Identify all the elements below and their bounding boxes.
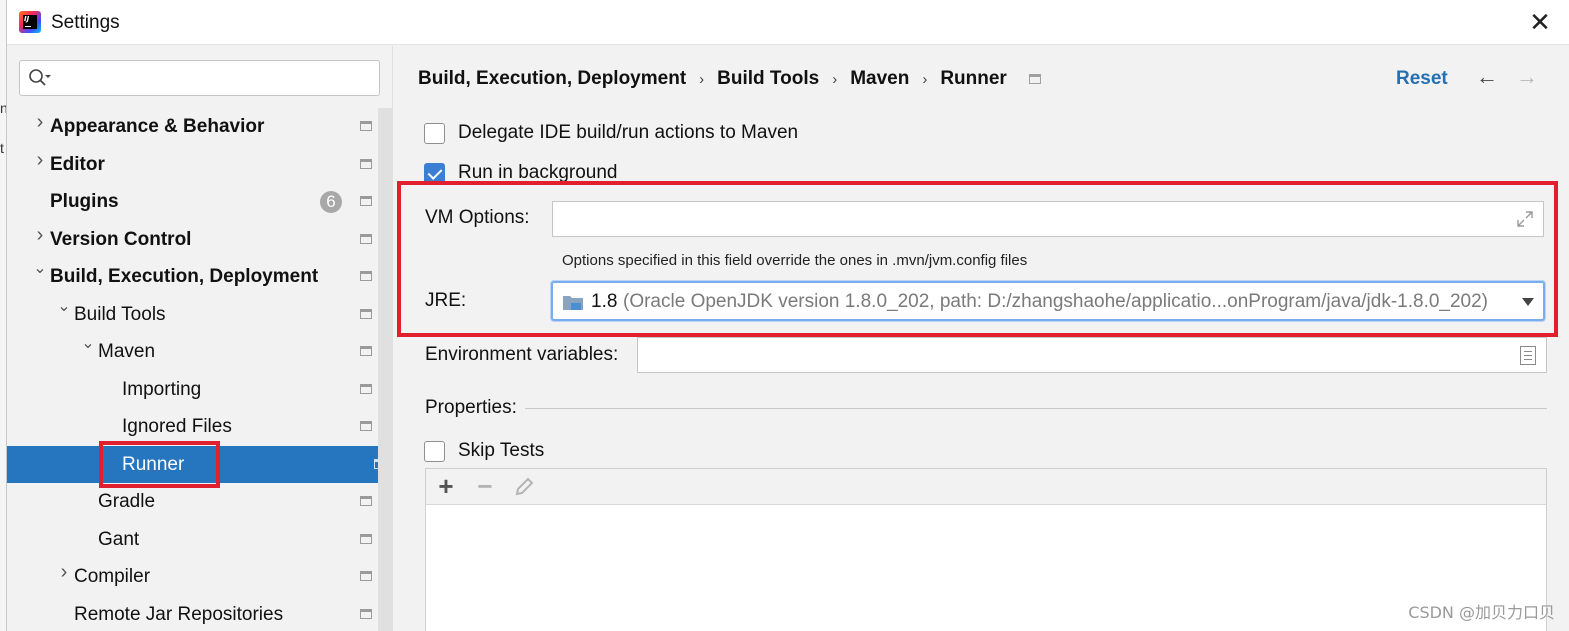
sidebar-item-label: Appearance & Behavior [50, 116, 265, 137]
close-button[interactable]: ✕ [1525, 8, 1555, 38]
watermark: CSDN @加贝力口贝 [1408, 603, 1555, 622]
vm-options-label: VM Options: [425, 207, 530, 228]
properties-label: Properties: [425, 397, 517, 418]
settings-search[interactable] [19, 60, 380, 96]
env-variables-field[interactable] [637, 337, 1547, 373]
skip-tests-checkbox[interactable] [424, 441, 445, 462]
edit-variables-icon[interactable] [1520, 346, 1536, 365]
sidebar-item-label: Gradle [98, 491, 156, 512]
project-settings-icon [360, 233, 372, 244]
reset-link[interactable]: Reset [1396, 68, 1448, 90]
sidebar-item-label: Version Control [50, 228, 192, 250]
chevron-right-icon: › [699, 71, 705, 88]
sidebar-scrollbar[interactable] [378, 108, 392, 631]
chevron-right-icon[interactable]: › [33, 112, 47, 132]
forward-arrow-icon[interactable]: → [1516, 64, 1538, 90]
breadcrumb-item: Build Tools [717, 68, 820, 89]
sidebar-item[interactable]: ⌄ Build Tools [7, 296, 378, 333]
search-input[interactable] [56, 65, 366, 91]
sidebar-item[interactable]: Importing [7, 371, 378, 408]
chevron-right-icon: › [832, 71, 838, 88]
project-settings-icon [360, 571, 372, 581]
sidebar-item[interactable]: Runner [7, 445, 392, 483]
sidebar-item[interactable]: › Compiler [7, 558, 378, 595]
sidebar-item-label: Runner [122, 453, 185, 475]
expand-icon[interactable] [1516, 210, 1534, 228]
sidebar-item[interactable]: Plugins 6 [7, 183, 378, 220]
vm-options-field[interactable] [552, 201, 1544, 237]
sidebar-item[interactable]: Gant [7, 521, 378, 558]
delegate-label: Delegate IDE build/run actions to Maven [458, 122, 799, 143]
skip-tests-label: Skip Tests [458, 440, 545, 461]
sidebar-item-label: Plugins [50, 191, 119, 212]
chevron-right-icon[interactable]: › [33, 225, 47, 245]
project-settings-icon [360, 608, 372, 619]
sidebar-item[interactable]: Gradle [7, 483, 378, 520]
run-in-background-label: Run in background [458, 162, 618, 183]
sidebar-item-label: Importing [122, 378, 202, 400]
updates-badge: 6 [320, 191, 342, 213]
sidebar-item-label: Build, Execution, Deployment [50, 266, 319, 287]
project-settings-icon [360, 496, 372, 506]
env-variables-label: Environment variables: [425, 344, 619, 365]
sidebar-item[interactable]: Ignored Files [7, 408, 378, 445]
properties-toolbar: + − [426, 469, 1546, 505]
settings-sidebar: › Appearance & Behavior › Editor Plugins 6 › Ve… [7, 46, 393, 631]
dropdown-arrow-icon [1522, 298, 1534, 306]
sidebar-item-label: Compiler [74, 566, 151, 587]
project-settings-icon [360, 421, 372, 431]
sidebar-item[interactable]: › Appearance & Behavior [7, 108, 378, 145]
chevron-right-icon[interactable]: › [57, 562, 71, 582]
sidebar-item[interactable]: ⌄ Build, Execution, Deployment [7, 258, 378, 295]
project-settings-icon [1028, 73, 1041, 84]
window-title: Settings [51, 12, 120, 33]
project-settings-icon [360, 121, 372, 131]
breadcrumb-item: Build, Execution, Deployment [418, 68, 687, 89]
sidebar-item-label: Remote Jar Repositories [74, 603, 284, 625]
project-settings-icon [360, 271, 372, 281]
delegate-checkbox[interactable] [424, 123, 445, 144]
chevron-right-icon: › [922, 71, 928, 88]
project-settings-icon [360, 346, 372, 356]
settings-content: Build, Execution, Deployment › Build Tools… [394, 46, 1569, 631]
breadcrumb: Build, Execution, Deployment › Build Tools… [418, 68, 1041, 92]
add-icon[interactable]: + [432, 473, 460, 501]
properties-divider [525, 408, 1547, 409]
run-in-background-checkbox[interactable] [424, 163, 445, 184]
sidebar-item-label: Editor [50, 153, 105, 175]
jre-label: JRE: [425, 290, 467, 311]
sidebar-item[interactable]: Remote Jar Repositories [7, 596, 378, 631]
sidebar-item-label: Gant [98, 528, 140, 550]
jre-version: 1.8 [591, 291, 618, 312]
back-arrow-icon[interactable]: ← [1476, 64, 1498, 90]
jre-detail: (Oracle OpenJDK version 1.8.0_202, path:… [623, 291, 1489, 312]
jre-dropdown[interactable]: 1.8 (Oracle OpenJDK version 1.8.0_202, p… [551, 281, 1545, 321]
breadcrumb-item: Runner [940, 68, 1007, 89]
chevron-right-icon[interactable]: › [33, 150, 47, 170]
sidebar-item[interactable]: ⌄ Maven [7, 333, 378, 370]
project-settings-icon [360, 533, 372, 544]
title-bar: Settings ✕ [7, 0, 1569, 45]
chevron-down-icon[interactable]: ⌄ [81, 336, 95, 352]
breadcrumb-item: Maven [850, 68, 910, 89]
intellij-logo-icon [19, 11, 41, 33]
chevron-down-icon[interactable]: ⌄ [33, 261, 47, 277]
vm-options-hint: Options specified in this field override… [562, 252, 1028, 269]
sidebar-item-label: Ignored Files [122, 416, 232, 437]
settings-dialog: Settings ✕ ›Appearance & Behavior›Editor… [6, 0, 1569, 631]
jdk-folder-icon [563, 296, 583, 310]
remove-icon[interactable]: − [471, 473, 499, 501]
sidebar-item-label: Maven [98, 341, 156, 362]
chevron-down-icon[interactable]: ⌄ [57, 298, 71, 314]
project-settings-icon [360, 196, 372, 206]
search-icon [29, 69, 51, 86]
project-settings-icon [360, 383, 372, 394]
properties-table: + − [425, 468, 1547, 631]
sidebar-item[interactable]: › Version Control [7, 221, 378, 258]
sidebar-item[interactable]: › Editor [7, 146, 378, 183]
sidebar-item-label: Build Tools [74, 303, 166, 325]
project-settings-icon [360, 158, 372, 169]
project-settings-icon [360, 308, 372, 319]
edit-icon[interactable] [510, 473, 538, 501]
